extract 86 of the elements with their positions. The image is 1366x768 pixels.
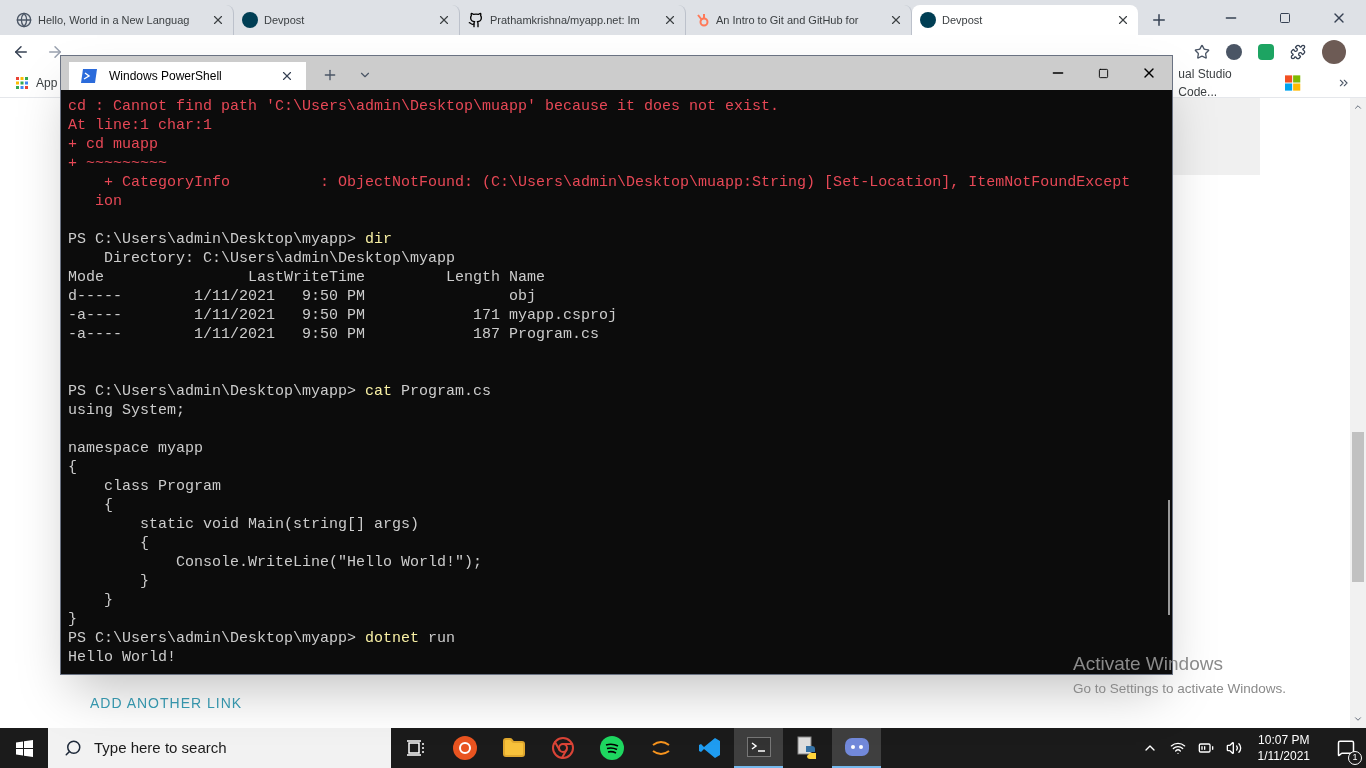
- taskbar-app[interactable]: [734, 728, 783, 768]
- command-text: dotnet: [365, 629, 420, 648]
- command-text: dir: [365, 230, 393, 249]
- wifi-icon[interactable]: [1169, 740, 1186, 756]
- volume-icon[interactable]: [1225, 740, 1242, 756]
- battery-icon[interactable]: [1197, 740, 1214, 756]
- new-tab-icon[interactable]: [1150, 11, 1168, 29]
- cat-logo-icon: [468, 12, 484, 28]
- tab-title: Prathamkrishna/myapp.net: Im: [490, 12, 641, 28]
- close-icon[interactable]: [663, 13, 677, 27]
- avatar-icon[interactable]: [1322, 39, 1346, 64]
- error-line: + CategoryInfo : ObjectNotFound: (C:\Users\admin\Desktop\muapp:String) [Set-Location], ItemNotFoundExcept: [103, 173, 1131, 192]
- scroll-down-icon[interactable]: [1353, 714, 1363, 724]
- tab-title: An Intro to Git and GitHub for: [716, 12, 860, 28]
- output-line: -a---- 1/11/2021 9:50 PM 187 Program.cs: [68, 325, 600, 344]
- extension-icon[interactable]: [1226, 43, 1242, 60]
- four-squares-logo-icon[interactable]: [1285, 74, 1301, 91]
- clock-time[interactable]: 10:07 PM: [1258, 732, 1310, 748]
- search-placeholder: Type here to search: [94, 737, 227, 758]
- output-line: {: [103, 496, 113, 515]
- tab-title: Devpost: [942, 12, 984, 28]
- output-line: }: [103, 591, 113, 610]
- bookmark-link[interactable]: ual Studio Code...: [1178, 64, 1270, 101]
- extensions-icon[interactable]: [1290, 43, 1306, 60]
- output-line: d----- 1/11/2021 9:50 PM obj: [68, 287, 537, 306]
- error-line: + ~~~~~~~~~: [68, 154, 168, 173]
- scroll-up-icon[interactable]: [1353, 102, 1363, 112]
- search-icon: [64, 739, 82, 757]
- output-line: {: [139, 534, 149, 553]
- folder-icon: [501, 736, 526, 760]
- maximize-icon[interactable]: [1098, 67, 1109, 79]
- terminal-scrollbar-thumb[interactable]: [1168, 500, 1170, 615]
- clock-date[interactable]: 1/11/2021: [1257, 748, 1310, 764]
- new-tab-icon[interactable]: [322, 67, 338, 83]
- close-icon[interactable]: [437, 13, 451, 27]
- output-line: -a---- 1/11/2021 9:50 PM 171 myapp.csproj: [68, 306, 618, 325]
- output-line: }: [68, 610, 77, 629]
- output-line: {: [68, 458, 77, 477]
- close-icon[interactable]: [1116, 13, 1130, 27]
- terminal-icon: [746, 737, 771, 757]
- activation-subtitle: Go to Settings to activate Windows.: [1073, 679, 1287, 698]
- notification-count: 1: [1348, 751, 1362, 765]
- browser-logo-icon: [550, 736, 575, 760]
- browser-tab[interactable]: Devpost: [912, 5, 1138, 35]
- argument-text: run: [428, 629, 456, 648]
- windows-logo-icon[interactable]: [15, 739, 33, 757]
- output-line: using System;: [68, 401, 186, 420]
- error-line: cd : Cannot find path 'C:\Users\admin\Desktop\muapp' because it does not exist.: [68, 97, 780, 116]
- output-line: Hello World!: [68, 648, 177, 667]
- tab-title: Windows PowerShell: [109, 68, 223, 85]
- tab-title: Devpost: [264, 12, 306, 28]
- output-line: class Program: [103, 477, 222, 496]
- error-line: + cd muapp: [68, 135, 158, 154]
- search-field[interactable]: Type here to search: [48, 728, 391, 768]
- tab-title: Hello, World in a New Languag: [38, 12, 191, 28]
- close-icon[interactable]: [211, 13, 225, 27]
- ribbon-logo-icon: [697, 736, 722, 760]
- output-line: static void Main(string[] args): [139, 515, 420, 534]
- bookmark-link[interactable]: App: [36, 73, 58, 92]
- prompt-icon: [81, 69, 97, 83]
- output-line: namespace myapp: [68, 439, 204, 458]
- prompt-text: PS C:\Users\admin\Desktop\myapp>: [68, 230, 357, 249]
- output-line: Console.WriteLine("Hello World!");: [175, 553, 483, 572]
- notifications-icon[interactable]: [1337, 739, 1355, 757]
- circle-logo-icon: [452, 736, 477, 760]
- argument-text: Program.cs: [401, 382, 492, 401]
- output-line: }: [139, 572, 149, 591]
- prompt-text: PS C:\Users\admin\Desktop\myapp>: [68, 629, 357, 648]
- scrollbar-thumb[interactable]: [1352, 432, 1364, 582]
- star-icon[interactable]: [1194, 43, 1210, 60]
- terminal-tab[interactable]: Windows PowerShell: [69, 62, 306, 90]
- close-icon[interactable]: [280, 69, 294, 83]
- sound-waves-logo-icon: [599, 736, 624, 760]
- command-text: cat: [365, 382, 393, 401]
- task-view-icon: [405, 738, 426, 758]
- game-controller-logo-icon: [843, 736, 870, 758]
- output-line: Directory: C:\Users\admin\Desktop\myapp: [103, 249, 456, 268]
- sprocket-icon: [694, 12, 710, 28]
- globe-icon: [16, 12, 32, 28]
- restore-icon[interactable]: [1279, 11, 1291, 24]
- error-line: At line:1 char:1: [68, 116, 213, 135]
- close-icon[interactable]: [889, 13, 903, 27]
- error-line: ion: [94, 192, 122, 211]
- apps-grid-icon[interactable]: [16, 76, 28, 89]
- output-line: Mode LastWriteTime Length Name: [68, 268, 546, 287]
- prompt-text: PS C:\Users\admin\Desktop\myapp>: [68, 382, 357, 401]
